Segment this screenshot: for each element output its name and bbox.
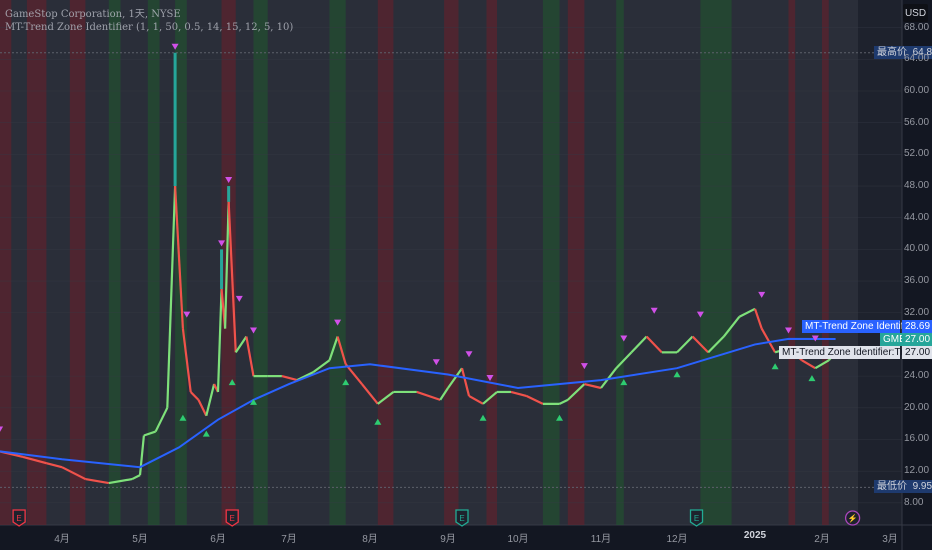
time-tick: 12月	[666, 534, 688, 545]
trend-zone-bear	[567, 0, 585, 525]
price-tick: 16.00	[904, 433, 930, 445]
high-label: 最高价	[877, 47, 907, 58]
symbol-tag-value: 27.00	[902, 333, 932, 346]
price-tick: 56.00	[904, 116, 930, 128]
time-tick: 3月	[882, 534, 898, 545]
trendline-tag-label: MT-Trend Zone Identifier:Trend Line	[779, 346, 932, 359]
event-label: ⚡	[848, 513, 858, 523]
trend-zone-bull	[108, 0, 121, 525]
trend-zone-bear	[69, 0, 86, 525]
price-tick: 52.00	[904, 148, 930, 160]
chart-legend: GameStop Corporation, 1天, NYSE MT-Trend …	[5, 8, 293, 34]
price-tick: 68.00	[904, 21, 930, 33]
trend-zone-bull	[542, 0, 560, 525]
time-tick: 9月	[440, 534, 456, 545]
time-tick: 2月	[814, 534, 830, 545]
price-tick: 8.00	[904, 496, 924, 508]
low-price-label: 最低价 9.95	[874, 480, 932, 493]
price-tick: 32.00	[904, 306, 930, 318]
time-tick: 10月	[507, 534, 529, 545]
trend-zone-bear	[444, 0, 459, 525]
trend-zone-bear	[486, 0, 497, 525]
price-tick: 48.00	[904, 180, 930, 192]
symbol-title: GameStop Corporation, 1天, NYSE	[5, 9, 181, 20]
trend-zone-bull	[147, 0, 160, 525]
low-label: 最低价	[877, 481, 907, 492]
trend-zone-bear	[822, 0, 829, 525]
event-label: E	[16, 514, 21, 523]
trendline-tag-value: 27.00	[902, 346, 932, 359]
trend-zone-bear	[221, 0, 236, 525]
price-tick: 44.00	[904, 211, 930, 223]
price-tick: 20.00	[904, 401, 930, 413]
trend-zone-bear	[377, 0, 394, 525]
event-label: E	[459, 514, 464, 523]
trend-zone-bear	[788, 0, 796, 525]
time-tick: 8月	[362, 534, 378, 545]
low-value: 9.95	[912, 481, 932, 492]
event-label: E	[694, 514, 699, 523]
price-tick: 24.00	[904, 370, 930, 382]
time-tick: 2025	[743, 530, 767, 541]
price-tick: 64.00	[904, 53, 930, 65]
trend-zone-bull	[253, 0, 268, 525]
ma-tag-label: MT-Trend Zone Identifier:MA	[802, 320, 932, 333]
trend-zone-bear	[0, 0, 12, 525]
price-tick: 36.00	[904, 275, 930, 287]
indicator-title[interactable]: MT-Trend Zone Identifier (1, 1, 50, 0.5,…	[5, 21, 293, 34]
trend-zone-bull	[700, 0, 732, 525]
future-area	[858, 0, 902, 525]
ma-tag-value: 28.69	[902, 320, 932, 333]
currency-button[interactable]: USD	[903, 4, 928, 22]
price-tick: 12.00	[904, 465, 930, 477]
time-tick: 11月	[590, 534, 612, 545]
price-chart[interactable]: E E E E ⚡	[0, 0, 932, 550]
time-tick: 4月	[54, 534, 70, 545]
event-label: E	[230, 514, 235, 523]
price-tick: 60.00	[904, 85, 930, 96]
price-tick: 40.00	[904, 243, 930, 255]
time-tick: 6月	[210, 534, 226, 545]
trend-zone-bear	[26, 0, 47, 525]
trend-zone-bull	[329, 0, 346, 525]
time-tick: 7月	[281, 534, 297, 545]
trend-zone-bull	[616, 0, 624, 525]
time-tick: 5月	[132, 534, 148, 545]
symbol-tag-label: GME	[880, 333, 906, 346]
